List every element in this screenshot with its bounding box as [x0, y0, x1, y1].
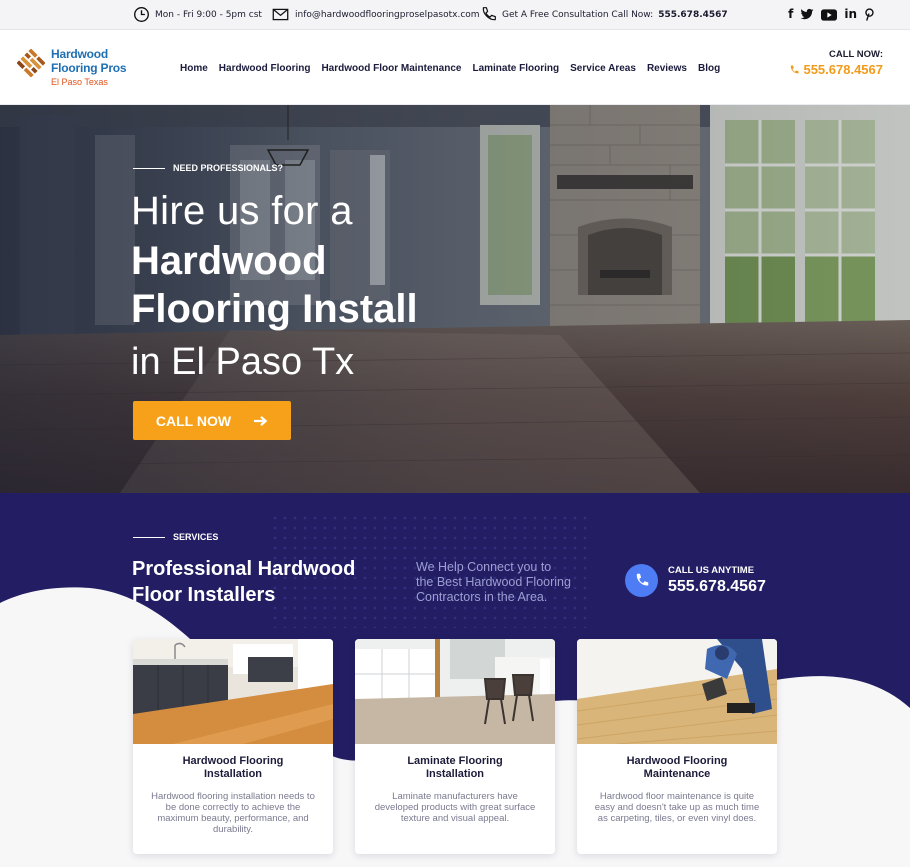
services-desc-line-3: Contractors in the Area. [416, 590, 548, 604]
arrow-right-icon [254, 415, 268, 426]
hero-kicker: NEED PROFESSIONALS? [133, 163, 283, 173]
hero-heading-line-2: Hardwood [131, 239, 327, 283]
service-card-hardwood-maintenance[interactable]: Hardwood Flooring Maintenance Hardwood f… [577, 639, 777, 854]
kicker-line [133, 536, 165, 538]
email-text: info@hardwoodflooringproselpasotx.com [295, 9, 480, 20]
services-desc-line-1: We Help Connect you to [416, 560, 552, 574]
card-desc-line: maximum beauty, performance, and [157, 813, 309, 824]
card-title-line-2: Installation [425, 768, 485, 780]
services-desc-line-2: the Best Hardwood Flooring [416, 575, 571, 589]
card-title: Laminate Flooring Installation [355, 755, 555, 781]
hero-heading-line-1: Hire us for a [131, 189, 353, 233]
card-title: Hardwood Flooring Installation [133, 755, 333, 781]
hours-text: Mon - Fri 9:00 - 5pm cst [155, 9, 262, 20]
services-kicker-text: SERVICES [173, 532, 219, 542]
services-title-line-2: Floor Installers [132, 584, 276, 606]
nav-blog[interactable]: Blog [698, 63, 720, 74]
card-title-line-1: Hardwood Flooring [182, 755, 284, 767]
card-desc-line: be done correctly to achieve the [165, 802, 301, 813]
floor-refinishing-image [577, 639, 777, 744]
nav-home[interactable]: Home [180, 63, 208, 74]
email-link[interactable]: info@hardwoodflooringproselpasotx.com [271, 6, 480, 23]
hero-heading-line-4: in El Paso Tx [131, 341, 355, 383]
services-title-line-1: Professional Hardwood [132, 558, 356, 580]
card-title-line-1: Hardwood Flooring [626, 755, 728, 767]
site-logo[interactable]: Hardwood Flooring Pros El Paso Texas [17, 47, 127, 87]
nav-service-areas[interactable]: Service Areas [570, 63, 636, 74]
twitter-icon[interactable] [800, 8, 814, 21]
nav-laminate-flooring[interactable]: Laminate Flooring [472, 63, 559, 74]
card-title-line-2: Maintenance [643, 768, 711, 780]
logo-line-2: Flooring Pros [51, 61, 127, 75]
laminate-kitchen-floor-image [355, 639, 555, 744]
call-us-label: CALL US ANYTIME [668, 565, 755, 576]
card-title-line-2: Installation [203, 768, 263, 780]
wood-planks-logo-icon [17, 49, 45, 77]
consult-label: Get A Free Consultation Call Now: [502, 9, 654, 20]
card-desc-line: Laminate manufacturers have [392, 791, 518, 802]
services-kicker: SERVICES [133, 532, 218, 542]
call-now-label: CALL NOW: [828, 49, 883, 60]
phone-icon [791, 65, 799, 73]
nav-hardwood-floor-maintenance[interactable]: Hardwood Floor Maintenance [321, 63, 461, 74]
phone-circle-icon [625, 564, 658, 597]
card-description: Hardwood floor maintenance is quite easy… [577, 791, 777, 824]
hours-info: Mon - Fri 9:00 - 5pm cst [133, 6, 262, 23]
call-now-phone: 555.678.4567 [803, 62, 883, 77]
kitchen-hardwood-floor-image [133, 639, 333, 744]
call-us-phone: 555.678.4567 [668, 578, 766, 595]
clock-icon [134, 7, 149, 22]
services-title: Professional Hardwood Floor Installers [132, 556, 355, 608]
service-card-hardwood-installation[interactable]: Hardwood Flooring Installation Hardwood … [133, 639, 333, 854]
youtube-icon[interactable] [821, 8, 838, 21]
hero-heading-line-3: Flooring Install [131, 287, 418, 331]
main-nav: Home Hardwood Flooring Hardwood Floor Ma… [180, 63, 720, 74]
services-section: SERVICES Professional Hardwood Floor Ins… [0, 493, 910, 867]
card-desc-line: as carpeting, tiles, or even vinyl does. [597, 813, 757, 824]
cta-label: CALL NOW [155, 412, 232, 429]
header-call-now[interactable]: CALL NOW: 555.678.4567 [789, 49, 883, 77]
card-desc-line: durability. [213, 824, 253, 835]
services-description: We Help Connect you to the Best Hardwood… [416, 560, 571, 605]
card-desc-line: Hardwood floor maintenance is quite [599, 791, 755, 802]
nav-hardwood-flooring[interactable]: Hardwood Flooring [219, 63, 311, 74]
card-title-line-1: Laminate Flooring [407, 755, 503, 767]
consult-phone: 555.678.4567 [658, 9, 728, 20]
hero-call-now-button[interactable]: CALL NOW [133, 401, 291, 440]
logo-tagline: El Paso Texas [51, 77, 108, 87]
card-description: Laminate manufacturers have developed pr… [355, 791, 555, 824]
linkedin-icon[interactable]: in [844, 7, 857, 22]
card-desc-line: texture and visual appeal. [400, 813, 510, 824]
card-desc-line: easy and doesn't take up as much time [594, 802, 760, 813]
social-links: f in [788, 7, 874, 22]
card-description: Hardwood flooring installation needs to … [133, 791, 333, 835]
facebook-icon[interactable]: f [788, 7, 793, 22]
kicker-line [133, 167, 165, 169]
nav-reviews[interactable]: Reviews [647, 63, 687, 74]
card-desc-line: Hardwood flooring installation needs to [151, 791, 315, 802]
hero-banner: NEED PROFESSIONALS? Hire us for a Hardwo… [0, 105, 910, 493]
card-desc-line: developed products with great surface [374, 802, 536, 813]
phone-icon [636, 573, 649, 586]
logo-line-1: Hardwood [51, 47, 109, 61]
consultation-info[interactable]: Get A Free Consultation Call Now: 555.67… [480, 6, 728, 23]
service-card-laminate-installation[interactable]: Laminate Flooring Installation Laminate … [355, 639, 555, 854]
card-title: Hardwood Flooring Maintenance [577, 755, 777, 781]
site-header: Hardwood Flooring Pros El Paso Texas Hom… [0, 30, 910, 105]
call-us-anytime[interactable]: CALL US ANYTIME 555.678.4567 [625, 564, 766, 597]
phone-icon [482, 7, 496, 21]
hero-kicker-text: NEED PROFESSIONALS? [173, 163, 284, 173]
envelope-icon [272, 8, 289, 21]
top-bar: Mon - Fri 9:00 - 5pm cst info@hardwoodfl… [0, 0, 910, 30]
pinterest-icon[interactable] [864, 8, 874, 21]
